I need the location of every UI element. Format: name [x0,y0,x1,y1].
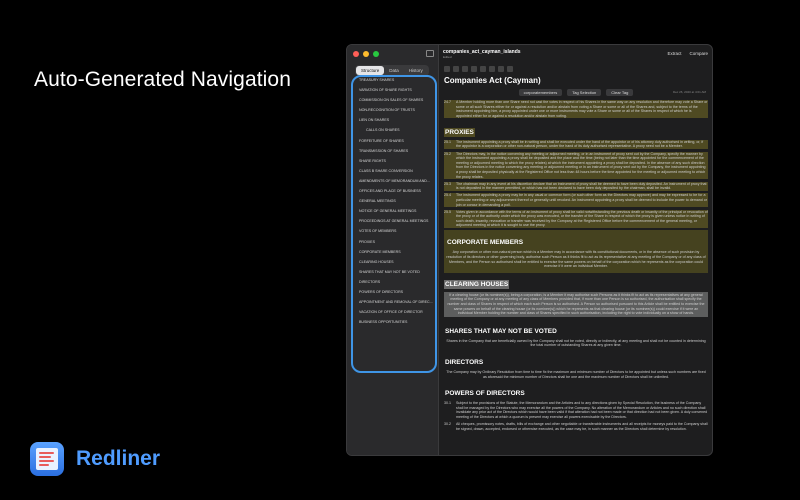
doc-title: Companies Act (Cayman) [444,76,541,85]
nav-highlight-frame [351,75,437,373]
clause-25-1: 25.1 The instrument appointing a proxy sh… [444,139,708,150]
heading-powers-of-directors: POWERS OF DIRECTORS [445,390,525,398]
document-stack-icon [30,442,64,476]
extract-button[interactable]: Extract [667,51,681,56]
file-name: companies_act_cayman_islands [443,49,521,55]
zoom-button[interactable] [373,51,379,57]
indent-icon[interactable] [480,66,486,72]
redo-icon[interactable] [498,66,504,72]
heading-shares-not-voted: SHARES THAT MAY NOT BE VOTED [445,327,557,335]
brand: Redliner [30,442,160,476]
font-size-icon[interactable] [507,66,513,72]
app-window: Structure Data History TREASURY SHARES VA… [346,44,713,456]
clause-25-3: 25.3 The chairman may in any event at his… [444,181,708,191]
toolbar: companies_act_cayman_islands Edited Extr… [440,45,712,64]
document-pane: companies_act_cayman_islands Edited Extr… [440,45,712,455]
tag-selection-button[interactable]: Tag Selection [567,89,602,96]
sidebar: Structure Data History TREASURY SHARES VA… [347,45,439,455]
window-controls [353,51,379,57]
heading-corporate-members: CORPORATE MEMBERS [447,239,524,247]
corporate-members-text: Any corporation or other non-natural per… [446,250,706,269]
brand-name: Redliner [76,447,161,470]
tab-data[interactable]: Data [384,66,404,75]
clause-30-1: 30.1 Subject to the provisions of the Sta… [444,401,708,419]
tag-bar: corporatemembers Tag Selection Clear Tag [444,89,708,96]
tag-corporatemembers[interactable]: corporatemembers [518,89,563,96]
clear-tag-button[interactable]: Clear Tag [606,89,634,96]
tab-structure[interactable]: Structure [356,66,385,75]
clause-25-5: 25.5 Votes given in accordance with the t… [444,209,708,228]
underline-icon[interactable] [462,66,468,72]
clause-25-2: 25.2 The Directors may, in the notice con… [444,151,708,180]
corporate-members-section: CORPORATE MEMBERS Any corporation or oth… [444,230,708,273]
file-status: Edited [443,55,452,59]
format-toolbar [444,65,708,73]
undo-icon[interactable] [489,66,495,72]
sidebar-toggle-icon[interactable] [426,50,434,57]
marketing-headline: Auto-Generated Navigation [34,68,291,91]
clause-25-4: 25.4 The instrument appointing a proxy ma… [444,193,708,208]
clause-24-7: 24.7 A Member holding more than one Share… [444,100,708,119]
compare-button[interactable]: Compare [689,51,708,56]
document-content: Dec 26, 2020 at 4:01 AM Companies Act (C… [440,65,712,455]
bold-icon[interactable] [444,66,450,72]
directors-text: The Company may by Ordinary Resolution f… [446,370,706,379]
clearing-houses-text: If a clearing house (or its nominee(s)),… [444,291,708,317]
tab-history[interactable]: History [404,66,428,75]
close-button[interactable] [353,51,359,57]
heading-clearing-houses: CLEARING HOUSES [444,279,510,289]
heading-directors: DIRECTORS [445,359,484,366]
italic-icon[interactable] [453,66,459,72]
list-icon[interactable] [471,66,477,72]
minimize-button[interactable] [363,51,369,57]
shares-not-voted-text: Shares in the Company that are beneficia… [446,338,706,348]
heading-proxies: PROXIES [444,127,475,137]
clause-30-2: 30.2 All cheques, promissory notes, draft… [444,422,708,431]
doc-date: Dec 26, 2020 at 4:01 AM [672,90,706,94]
